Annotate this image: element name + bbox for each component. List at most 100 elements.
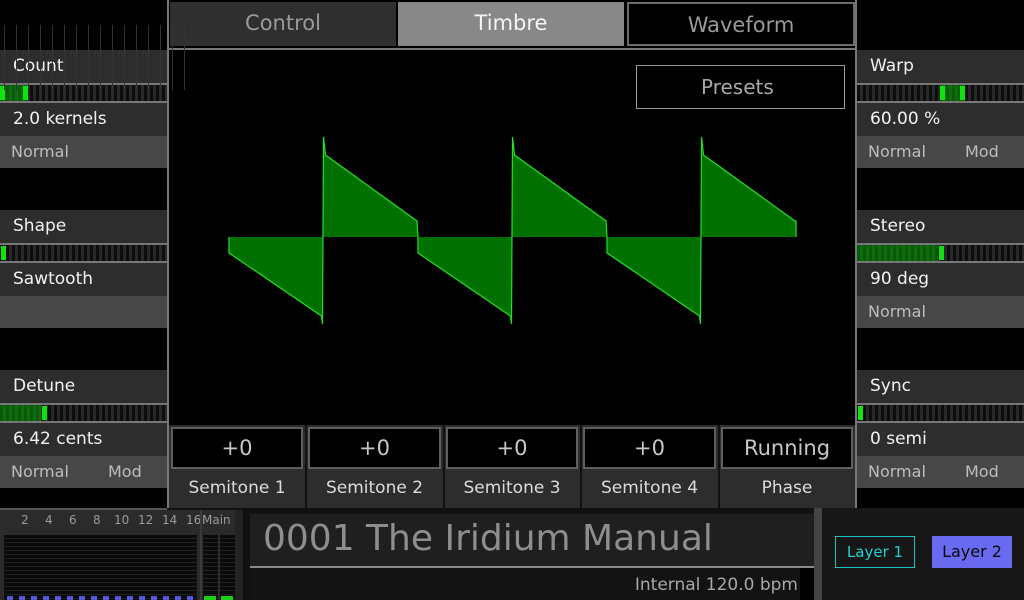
mixer-channel-led	[91, 596, 97, 600]
mixer-channel-column[interactable]	[28, 25, 29, 90]
mixer-channel-led	[115, 596, 121, 600]
param-slider[interactable]	[857, 83, 1024, 103]
slider-fill	[857, 245, 938, 261]
main-led-left	[204, 596, 216, 600]
mode-label: Normal	[11, 142, 69, 161]
semitone-label: Semitone 2	[325, 478, 424, 498]
mixer-channel-label: 6	[69, 513, 77, 527]
presets-button[interactable]: Presets	[636, 65, 845, 109]
semitone-label: Semitone 4	[600, 478, 699, 498]
param-count: Count 2.0 kernels Normal	[0, 50, 167, 168]
mixer-channel-column[interactable]	[136, 25, 137, 90]
semitone-3: +0 Semitone 3	[444, 425, 580, 508]
slider-handle[interactable]	[1, 246, 6, 260]
mixer-channel-column[interactable]	[172, 25, 173, 90]
param-mode-button[interactable]: Normal Mod	[857, 136, 1024, 168]
param-value: 6.42 cents	[0, 423, 167, 456]
mixer-channel-label: 16	[186, 513, 202, 527]
param-value: Sawtooth	[0, 263, 167, 296]
slider-fill	[0, 405, 41, 421]
cell-divider	[718, 425, 720, 508]
semitone-4: +0 Semitone 4	[581, 425, 718, 508]
param-value: 90 deg	[857, 263, 1024, 296]
mixer-channel-column[interactable]	[124, 25, 125, 90]
mixer-channel-led	[67, 596, 73, 600]
slider-handle[interactable]	[858, 406, 863, 420]
mixer-channel-label: 10	[114, 513, 130, 527]
mixer-channel-led	[187, 596, 193, 600]
layer-1-button[interactable]: Layer 1	[835, 536, 915, 568]
mixer-channel-column[interactable]	[184, 25, 185, 90]
param-mode-button[interactable]: Normal Mod	[857, 456, 1024, 488]
mixer-channel-led	[19, 596, 25, 600]
mixer-main-label: Main	[202, 513, 231, 527]
param-slider[interactable]	[857, 403, 1024, 423]
param-mode-button[interactable]: Normal Mod	[0, 456, 167, 488]
main-meter-left	[203, 535, 218, 600]
mixer-channel-column[interactable]	[160, 25, 161, 90]
tab-timbre[interactable]: Timbre	[398, 2, 624, 46]
semitone-value[interactable]: +0	[171, 427, 303, 469]
mod-label[interactable]: Mod	[965, 456, 999, 488]
semitone-value[interactable]: +0	[583, 427, 716, 469]
mixer-meters	[4, 535, 197, 600]
cell-divider	[580, 425, 582, 508]
mod-label[interactable]: Mod	[108, 456, 142, 488]
mixer-channel-label: 2	[21, 513, 29, 527]
mixer-channel-led	[31, 596, 37, 600]
cell-divider	[443, 425, 445, 508]
slider-handle[interactable]	[960, 86, 965, 100]
param-slider[interactable]	[0, 243, 167, 263]
semitone-2: +0 Semitone 2	[306, 425, 443, 508]
param-mode-button[interactable]: Normal	[0, 136, 167, 168]
semitone-value[interactable]: +0	[308, 427, 441, 469]
param-stereo: Stereo 90 deg Normal	[857, 210, 1024, 328]
tab-waveform[interactable]: Waveform	[627, 2, 855, 46]
slider-handle[interactable]	[42, 406, 47, 420]
mixer-channel-label: 14	[162, 513, 178, 527]
footer-divider	[814, 508, 822, 600]
mixer-channel-column[interactable]	[16, 25, 17, 90]
mixer-channel-column[interactable]	[88, 25, 89, 90]
mixer-channel-led	[79, 596, 85, 600]
mixer-channel-led	[163, 596, 169, 600]
mixer-channel-column[interactable]	[112, 25, 113, 90]
param-title: Sync	[857, 370, 1024, 403]
param-title: Detune	[0, 370, 167, 403]
semitone-label: Semitone 1	[188, 478, 286, 498]
slider-handle[interactable]	[939, 246, 944, 260]
phase-value[interactable]: Running	[721, 427, 853, 469]
param-sync: Sync 0 semi Normal Mod	[857, 370, 1024, 488]
param-mode-button[interactable]: Normal	[857, 296, 1024, 328]
param-slider[interactable]	[857, 243, 1024, 263]
param-shape: Shape Sawtooth	[0, 210, 167, 328]
param-warp: Warp 60.00 % Normal Mod	[857, 50, 1024, 168]
semitone-value[interactable]: +0	[446, 427, 578, 469]
param-mode-button[interactable]	[0, 296, 167, 328]
mod-label[interactable]: Mod	[965, 136, 999, 168]
main-led-right	[221, 596, 233, 600]
tempo-display[interactable]: Internal 120.0 bpm	[250, 568, 800, 600]
mixer-channel-column[interactable]	[76, 25, 77, 90]
param-value: 0 semi	[857, 423, 1024, 456]
param-value: 2.0 kernels	[0, 103, 167, 136]
mixer-channel-led	[151, 596, 157, 600]
slider-handle[interactable]	[940, 86, 945, 100]
param-slider[interactable]	[0, 403, 167, 423]
mixer-channel-column[interactable]	[148, 25, 149, 90]
param-slider[interactable]	[0, 83, 167, 103]
layer-2-button[interactable]: Layer 2	[932, 536, 1012, 568]
mixer-channel-column[interactable]	[64, 25, 65, 90]
mixer-channel-column[interactable]	[52, 25, 53, 90]
tab-control[interactable]: Control	[170, 2, 396, 46]
tempo-edge	[800, 568, 814, 600]
mixer-channel-column[interactable]	[40, 25, 41, 90]
patch-name[interactable]: 0001 The Iridium Manual	[250, 514, 814, 566]
mixer-channel-column[interactable]	[4, 25, 5, 90]
param-title: Stereo	[857, 210, 1024, 243]
semitone-label: Semitone 3	[463, 478, 561, 498]
param-title: Shape	[0, 210, 167, 243]
mixer-channel-column[interactable]	[100, 25, 101, 90]
mode-label: Normal	[868, 302, 926, 321]
phase: Running Phase	[719, 425, 855, 508]
